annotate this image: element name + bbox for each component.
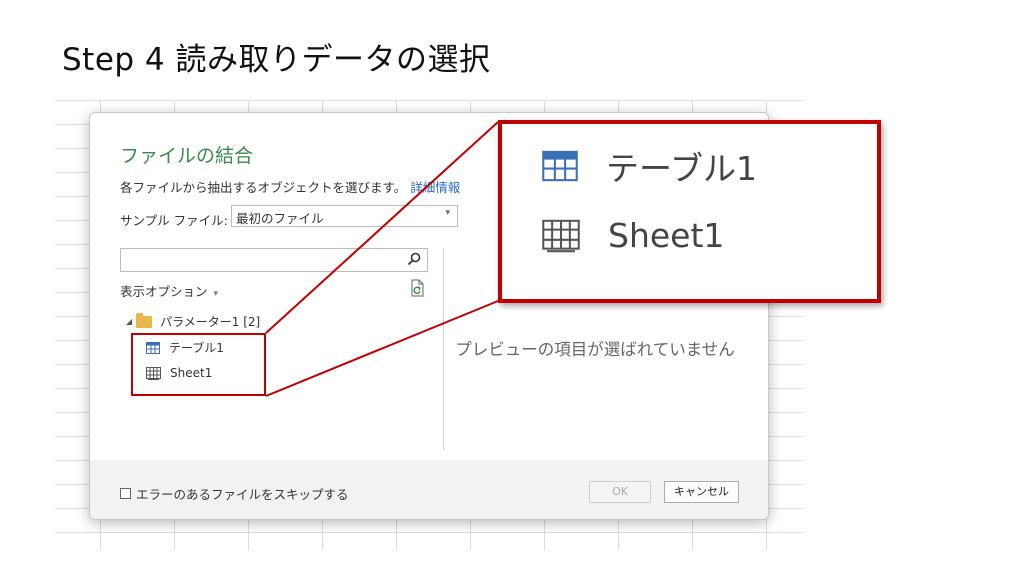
- highlight-box: [131, 333, 266, 396]
- display-options-label: 表示オプション: [120, 284, 208, 299]
- zoom-item-sheet1: Sheet1: [542, 216, 724, 255]
- search-icon: [407, 252, 421, 266]
- refresh-icon[interactable]: [410, 279, 426, 297]
- cancel-button[interactable]: キャンセル: [664, 481, 739, 503]
- table-icon: [542, 150, 578, 182]
- search-input[interactable]: [120, 248, 428, 272]
- skip-errors-label: エラーのあるファイルをスキップする: [136, 487, 349, 502]
- description-text: 各ファイルから抽出するオブジェクトを選びます。: [120, 180, 407, 195]
- pane-divider: [443, 248, 444, 450]
- details-link[interactable]: 詳細情報: [410, 180, 460, 195]
- ok-button[interactable]: OK: [589, 481, 651, 503]
- sample-file-select[interactable]: 最初のファイル ▾: [231, 205, 458, 227]
- sheet-icon: [542, 219, 580, 252]
- expand-triangle-icon[interactable]: ◢: [126, 317, 132, 326]
- sample-file-value: 最初のファイル: [236, 211, 324, 226]
- checkbox-icon[interactable]: [120, 488, 131, 499]
- chevron-down-icon: ▾: [213, 289, 219, 299]
- zoom-item-label: Sheet1: [608, 216, 725, 255]
- slide-title: Step 4 読み取りデータの選択: [62, 42, 491, 78]
- chevron-down-icon: ▾: [445, 208, 450, 218]
- display-options-dropdown[interactable]: 表示オプション ▾: [120, 281, 218, 300]
- sample-file-label: サンプル ファイル:: [120, 213, 228, 228]
- folder-label: パラメーター1 [2]: [160, 315, 261, 329]
- dialog-description: 各ファイルから抽出するオブジェクトを選びます。 詳細情報: [120, 177, 460, 196]
- dialog-title: ファイルの結合: [120, 145, 254, 167]
- zoom-item-table1: テーブル1: [542, 142, 757, 190]
- preview-empty-message: プレビューの項目が選ばれていません: [455, 340, 735, 359]
- zoom-callout: テーブル1 Sheet1: [498, 120, 881, 303]
- zoom-item-label: テーブル1: [606, 149, 758, 188]
- folder-icon: [136, 312, 153, 328]
- skip-errors-checkbox[interactable]: エラーのあるファイルをスキップする: [120, 484, 349, 503]
- tree-folder-parameter[interactable]: ◢ パラメーター1 [2]: [126, 312, 261, 330]
